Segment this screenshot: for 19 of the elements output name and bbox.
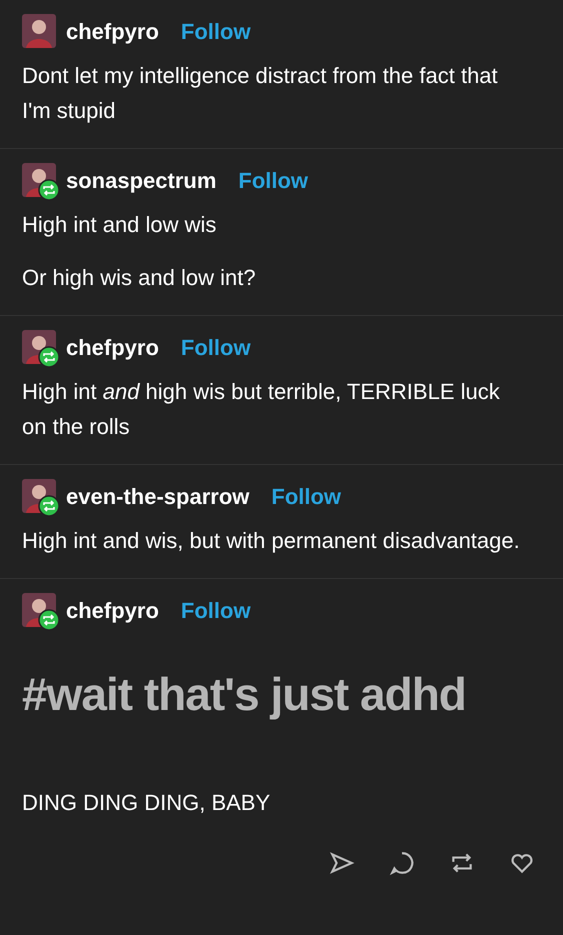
post-text: DING DING DING, BABY xyxy=(22,789,272,817)
post-text: Or high wis and low int? xyxy=(22,264,257,292)
username[interactable]: chefpyro xyxy=(66,594,159,626)
username[interactable]: even-the-sparrow xyxy=(66,480,250,512)
tag-heading: #wait that's just adhd xyxy=(22,667,467,721)
post-text: Dont let my intelligence distract from the fact that I'm stupid xyxy=(22,62,499,125)
follow-link[interactable]: Follow xyxy=(180,594,251,626)
send-icon[interactable] xyxy=(329,850,355,876)
follow-link[interactable]: Follow xyxy=(271,480,342,512)
post-text: High int and low wis xyxy=(22,211,218,239)
username[interactable]: chefpyro xyxy=(66,330,159,364)
follow-link[interactable]: Follow xyxy=(180,14,251,48)
comment-icon[interactable] xyxy=(389,850,415,876)
username[interactable]: chefpyro xyxy=(66,14,159,48)
follow-link[interactable]: Follow xyxy=(238,164,308,196)
post-text: High int and high wis but terrible, TERRIBLE luck on the rolls xyxy=(22,378,501,441)
username[interactable]: sonaspectrum xyxy=(66,164,216,196)
post-text: High int and wis, but with permanent disadvantage. xyxy=(22,527,521,555)
follow-link[interactable]: Follow xyxy=(180,330,251,364)
